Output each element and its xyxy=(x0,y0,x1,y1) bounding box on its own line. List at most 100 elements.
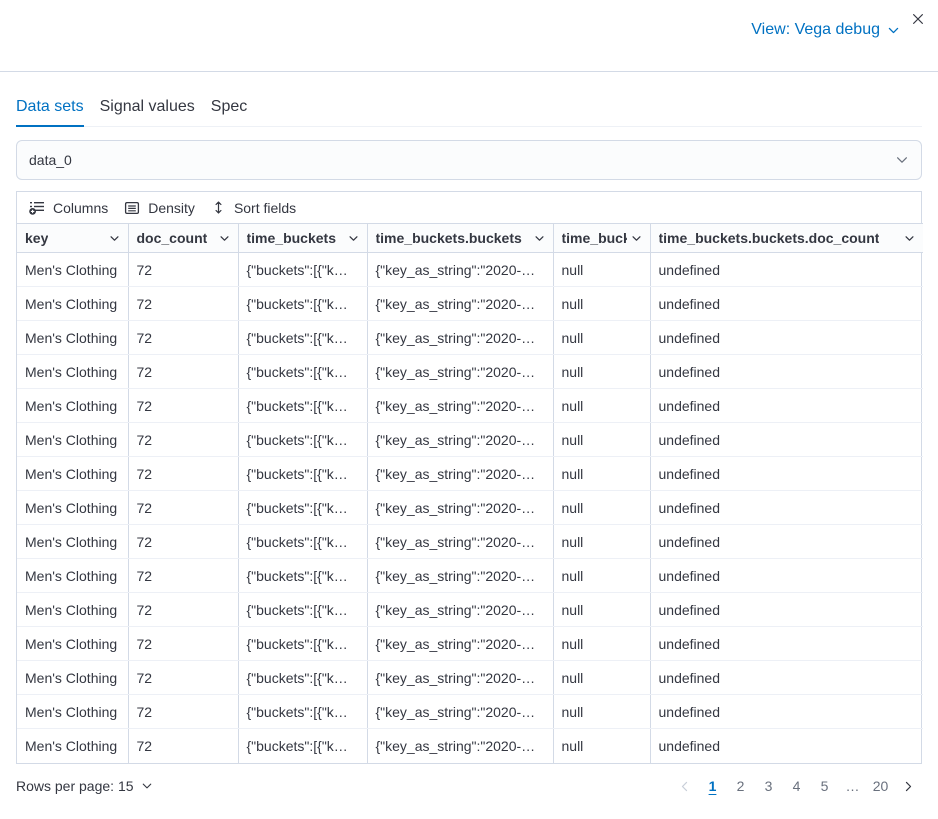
table-cell[interactable]: undefined xyxy=(650,559,923,593)
table-cell[interactable]: {"key_as_string":"2020-… xyxy=(367,355,553,389)
density-button[interactable]: Density xyxy=(116,196,203,220)
table-cell[interactable]: null xyxy=(553,423,650,457)
table-cell[interactable]: undefined xyxy=(650,457,923,491)
table-cell[interactable]: 72 xyxy=(128,491,238,525)
table-cell[interactable]: 72 xyxy=(128,661,238,695)
table-cell[interactable]: null xyxy=(553,729,650,763)
table-cell[interactable]: undefined xyxy=(650,661,923,695)
table-cell[interactable]: Men's Clothing xyxy=(17,559,128,593)
table-cell[interactable]: null xyxy=(553,389,650,423)
table-cell[interactable]: Men's Clothing xyxy=(17,593,128,627)
table-cell[interactable]: {"buckets":[{"k… xyxy=(238,287,367,321)
table-cell[interactable]: null xyxy=(553,287,650,321)
table-cell[interactable]: {"buckets":[{"k… xyxy=(238,593,367,627)
table-cell[interactable]: Men's Clothing xyxy=(17,457,128,491)
column-header-time-buckets[interactable]: time_buckets xyxy=(238,224,367,253)
table-cell[interactable]: {"key_as_string":"2020-… xyxy=(367,321,553,355)
table-cell[interactable]: null xyxy=(553,695,650,729)
table-cell[interactable]: {"buckets":[{"k… xyxy=(238,695,367,729)
table-cell[interactable]: {"buckets":[{"k… xyxy=(238,525,367,559)
table-cell[interactable]: {"key_as_string":"2020-… xyxy=(367,661,553,695)
table-cell[interactable]: {"key_as_string":"2020-… xyxy=(367,593,553,627)
table-cell[interactable]: undefined xyxy=(650,355,923,389)
table-cell[interactable]: 72 xyxy=(128,287,238,321)
table-cell[interactable]: 72 xyxy=(128,355,238,389)
table-cell[interactable]: undefined xyxy=(650,491,923,525)
column-header-key[interactable]: key xyxy=(17,224,128,253)
table-cell[interactable]: undefined xyxy=(650,287,923,321)
table-cell[interactable]: Men's Clothing xyxy=(17,253,128,287)
table-cell[interactable]: null xyxy=(553,253,650,287)
close-icon[interactable] xyxy=(906,7,930,31)
table-cell[interactable]: {"key_as_string":"2020-… xyxy=(367,491,553,525)
table-cell[interactable]: null xyxy=(553,559,650,593)
table-cell[interactable]: {"buckets":[{"k… xyxy=(238,559,367,593)
table-cell[interactable]: 72 xyxy=(128,321,238,355)
rows-per-page-selector[interactable]: Rows per page: 15 xyxy=(16,778,153,794)
view-mode-selector[interactable]: View: Vega debug xyxy=(751,21,900,39)
table-cell[interactable]: undefined xyxy=(650,321,923,355)
tab-spec[interactable]: Spec xyxy=(211,88,247,127)
table-cell[interactable]: undefined xyxy=(650,729,923,763)
tab-data-sets[interactable]: Data sets xyxy=(16,88,84,127)
chevron-down-icon[interactable] xyxy=(534,233,545,244)
table-cell[interactable]: 72 xyxy=(128,695,238,729)
table-cell[interactable]: 72 xyxy=(128,559,238,593)
chevron-down-icon[interactable] xyxy=(219,233,230,244)
table-cell[interactable]: 72 xyxy=(128,423,238,457)
pagination-page-1[interactable]: 1 xyxy=(699,773,726,800)
table-cell[interactable]: 72 xyxy=(128,457,238,491)
table-cell[interactable]: {"key_as_string":"2020-… xyxy=(367,287,553,321)
table-cell[interactable]: 72 xyxy=(128,729,238,763)
table-cell[interactable]: Men's Clothing xyxy=(17,355,128,389)
table-cell[interactable]: {"key_as_string":"2020-… xyxy=(367,559,553,593)
table-cell[interactable]: undefined xyxy=(650,627,923,661)
table-cell[interactable]: Men's Clothing xyxy=(17,627,128,661)
table-cell[interactable]: null xyxy=(553,491,650,525)
table-cell[interactable]: {"buckets":[{"k… xyxy=(238,627,367,661)
table-cell[interactable]: {"key_as_string":"2020-… xyxy=(367,525,553,559)
table-cell[interactable]: 72 xyxy=(128,525,238,559)
table-cell[interactable]: null xyxy=(553,321,650,355)
table-cell[interactable]: undefined xyxy=(650,695,923,729)
table-cell[interactable]: 72 xyxy=(128,253,238,287)
table-cell[interactable]: undefined xyxy=(650,253,923,287)
table-cell[interactable]: 72 xyxy=(128,627,238,661)
table-cell[interactable]: Men's Clothing xyxy=(17,287,128,321)
table-cell[interactable]: undefined xyxy=(650,389,923,423)
pagination-page-4[interactable]: 4 xyxy=(783,773,810,800)
table-cell[interactable]: Men's Clothing xyxy=(17,525,128,559)
table-cell[interactable]: Men's Clothing xyxy=(17,661,128,695)
table-cell[interactable]: null xyxy=(553,661,650,695)
table-cell[interactable]: {"buckets":[{"k… xyxy=(238,729,367,763)
table-cell[interactable]: {"key_as_string":"2020-… xyxy=(367,457,553,491)
dataset-select[interactable]: data_0 xyxy=(16,140,922,180)
pagination-page-20[interactable]: 20 xyxy=(867,773,894,800)
column-header-time-buckets-buckets[interactable]: time_buckets.buckets xyxy=(367,224,553,253)
pagination-page-3[interactable]: 3 xyxy=(755,773,782,800)
next-page-icon[interactable] xyxy=(895,773,922,800)
table-cell[interactable]: 72 xyxy=(128,389,238,423)
chevron-down-icon[interactable] xyxy=(109,233,120,244)
table-cell[interactable]: {"buckets":[{"k… xyxy=(238,321,367,355)
table-cell[interactable]: null xyxy=(553,355,650,389)
table-cell[interactable]: {"key_as_string":"2020-… xyxy=(367,627,553,661)
table-cell[interactable]: 72 xyxy=(128,593,238,627)
table-cell[interactable]: Men's Clothing xyxy=(17,695,128,729)
table-cell[interactable]: {"key_as_string":"2020-… xyxy=(367,695,553,729)
table-cell[interactable]: Men's Clothing xyxy=(17,389,128,423)
chevron-down-icon[interactable] xyxy=(631,233,642,244)
table-cell[interactable]: Men's Clothing xyxy=(17,491,128,525)
table-cell[interactable]: {"buckets":[{"k… xyxy=(238,661,367,695)
chevron-down-icon[interactable] xyxy=(348,233,359,244)
table-cell[interactable]: {"buckets":[{"k… xyxy=(238,491,367,525)
table-cell[interactable]: undefined xyxy=(650,423,923,457)
column-header-doc-count[interactable]: doc_count xyxy=(128,224,238,253)
table-cell[interactable]: null xyxy=(553,525,650,559)
table-cell[interactable]: {"buckets":[{"k… xyxy=(238,355,367,389)
previous-page-icon[interactable] xyxy=(671,773,698,800)
sort-fields-button[interactable]: Sort fields xyxy=(203,196,304,220)
pagination-page-2[interactable]: 2 xyxy=(727,773,754,800)
pagination-page-5[interactable]: 5 xyxy=(811,773,838,800)
columns-button[interactable]: Columns xyxy=(21,196,116,220)
